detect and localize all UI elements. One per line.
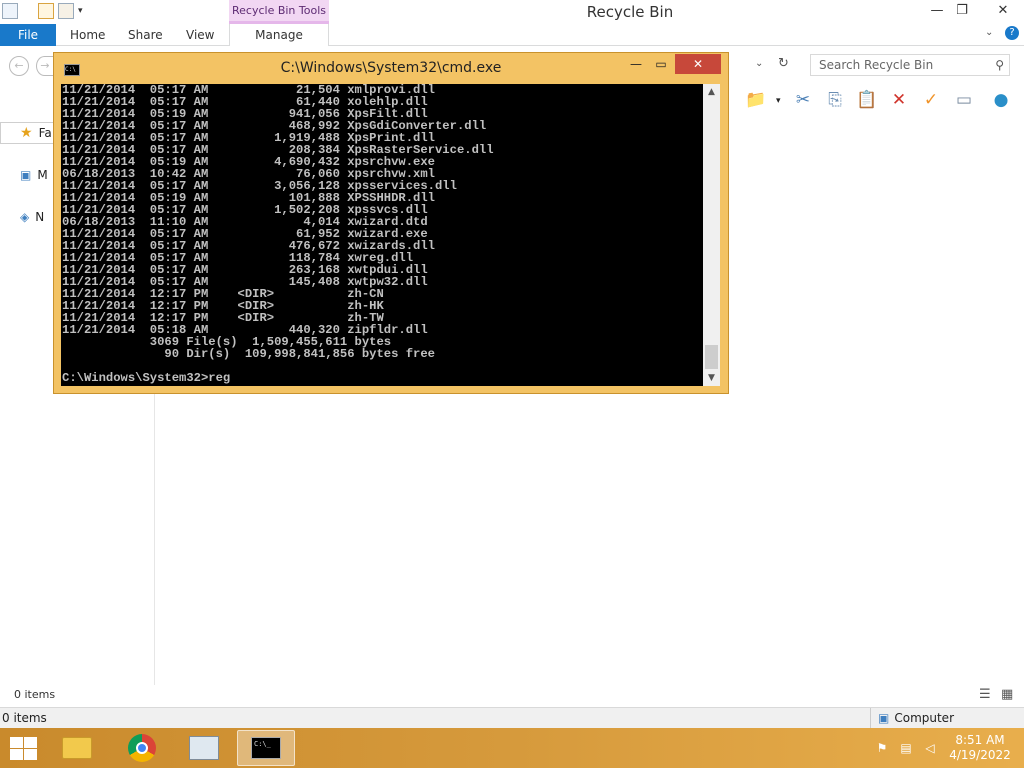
status-location: ▣ Computer bbox=[878, 711, 954, 725]
properties-icon[interactable] bbox=[38, 3, 54, 19]
cmd-output: 11/21/2014 05:17 AM 21,504 xmlprovi.dll 1… bbox=[62, 84, 494, 384]
tab-view[interactable]: View bbox=[186, 24, 214, 46]
star-icon: ★ bbox=[20, 125, 33, 141]
recycle-bin-tools-context-tab: Recycle Bin Tools bbox=[229, 0, 329, 24]
chrome-icon bbox=[128, 734, 156, 762]
taskbar-cmd[interactable]: C:\_ bbox=[237, 730, 295, 766]
paste-icon[interactable]: 📋 bbox=[856, 89, 878, 111]
tab-manage[interactable]: Manage bbox=[229, 24, 329, 46]
cut-icon[interactable]: ✂ bbox=[792, 89, 814, 111]
cmd-minimize-button[interactable]: — bbox=[627, 54, 645, 74]
cmd-close-button[interactable]: ✕ bbox=[675, 54, 721, 74]
search-icon: ⚲ bbox=[995, 58, 1004, 72]
ribbon-toolbar: 📁 ▾ ✂ ⎘ 📋 ✕ ✓ ▭ ● bbox=[728, 85, 1024, 115]
delete-icon[interactable]: ✕ bbox=[888, 89, 910, 111]
maximize-button[interactable]: ❐ bbox=[947, 0, 977, 22]
cmd-maximize-button[interactable]: ▭ bbox=[652, 54, 670, 74]
refresh-icon[interactable]: ↻ bbox=[778, 56, 789, 71]
address-dropdown-icon[interactable]: ⌄ bbox=[755, 58, 763, 69]
tab-file[interactable]: File bbox=[0, 24, 56, 46]
taskbar-performance-monitor[interactable] bbox=[175, 730, 233, 766]
volume-muted-icon[interactable]: ◁ bbox=[922, 740, 938, 756]
forward-button[interactable]: → bbox=[36, 56, 53, 76]
quick-access-toolbar: ▾ bbox=[2, 3, 83, 19]
scroll-up-icon[interactable]: ▲ bbox=[703, 84, 720, 100]
explorer-title-bar: ▾ Recycle Bin Tools Recycle Bin — ❐ ✕ bbox=[0, 0, 1024, 24]
window-title: Recycle Bin bbox=[586, 3, 674, 21]
cmd-console[interactable]: 11/21/2014 05:17 AM 21,504 xmlprovi.dll 1… bbox=[61, 84, 703, 386]
checkmark-icon[interactable]: ✓ bbox=[920, 89, 942, 111]
search-placeholder: Search Recycle Bin bbox=[819, 58, 934, 72]
computer-icon: ▣ bbox=[20, 168, 32, 182]
nav-favorites-label: Fa bbox=[38, 126, 52, 140]
rename-icon[interactable]: ▭ bbox=[953, 89, 975, 111]
taskbar-clock[interactable]: 8:51 AM 4/19/2022 bbox=[940, 733, 1020, 763]
computer-icon: ▣ bbox=[878, 711, 890, 725]
nav-network-label: N bbox=[35, 210, 45, 224]
clock-date: 4/19/2022 bbox=[949, 748, 1011, 762]
nav-my-computer-label: M bbox=[37, 168, 48, 182]
cmd-line: 90 Dir(s) 109,998,841,856 bytes free bbox=[62, 347, 435, 361]
status-items: 0 items bbox=[2, 711, 47, 725]
cmd-title-bar[interactable]: C:\ C:\Windows\System32\cmd.exe — ▭ ✕ bbox=[54, 53, 728, 83]
cmd-line: C:\Windows\System32>reg bbox=[62, 371, 231, 385]
scroll-thumb[interactable] bbox=[705, 345, 718, 369]
clock-time: 8:51 AM bbox=[955, 733, 1005, 747]
scroll-down-icon[interactable]: ▼ bbox=[703, 370, 720, 386]
folder-options-icon[interactable]: 📁 bbox=[745, 89, 767, 111]
new-folder-icon[interactable] bbox=[58, 3, 74, 19]
close-button[interactable]: ✕ bbox=[985, 0, 1021, 22]
cmd-icon: C:\_ bbox=[251, 737, 281, 759]
details-view-icon[interactable]: ☰ bbox=[979, 687, 991, 702]
taskbar: C:\_ ⚑ ▤ ◁ 8:51 AM 4/19/2022 bbox=[0, 728, 1024, 768]
status-bar: 0 items ▣ Computer bbox=[0, 707, 1024, 728]
dropdown-icon[interactable]: ▾ bbox=[776, 96, 781, 106]
taskbar-chrome[interactable] bbox=[113, 730, 171, 766]
items-bar: 0 items ☰ ▦ bbox=[0, 685, 1024, 707]
nav-favorites[interactable]: ★ Fa bbox=[20, 123, 52, 143]
help-icon[interactable]: ? bbox=[1005, 26, 1019, 40]
status-location-label: Computer bbox=[894, 711, 954, 725]
action-center-icon[interactable]: ⚑ bbox=[874, 740, 890, 756]
items-count: 0 items bbox=[14, 688, 56, 701]
tab-home[interactable]: Home bbox=[70, 24, 105, 46]
taskbar-file-explorer[interactable] bbox=[48, 730, 106, 766]
copy-icon[interactable]: ⎘ bbox=[824, 89, 846, 111]
large-icons-view-icon[interactable]: ▦ bbox=[1001, 687, 1013, 702]
ribbon-expand-icon[interactable]: ⌄ bbox=[985, 27, 993, 38]
system-menu-icon[interactable] bbox=[2, 3, 18, 19]
ribbon-tab-bar: File Home Share View Manage ⌄ ? bbox=[0, 24, 1024, 46]
qat-dropdown-icon[interactable]: ▾ bbox=[78, 6, 83, 16]
folder-icon bbox=[62, 737, 92, 759]
cmd-scrollbar[interactable]: ▲ ▼ bbox=[703, 84, 720, 386]
nav-my-computer[interactable]: ▣ M bbox=[20, 165, 48, 185]
back-button[interactable]: ← bbox=[9, 56, 29, 76]
tab-share[interactable]: Share bbox=[128, 24, 163, 46]
search-input[interactable]: Search Recycle Bin ⚲ bbox=[810, 54, 1010, 76]
nav-network[interactable]: ◈ N bbox=[20, 207, 44, 227]
network-icon: ◈ bbox=[20, 210, 30, 224]
globe-icon[interactable]: ● bbox=[990, 89, 1012, 111]
start-button[interactable] bbox=[8, 736, 38, 762]
monitor-icon bbox=[189, 736, 219, 760]
network-status-icon[interactable]: ▤ bbox=[898, 740, 914, 756]
cmd-window[interactable]: C:\ C:\Windows\System32\cmd.exe — ▭ ✕ 11… bbox=[53, 52, 729, 394]
